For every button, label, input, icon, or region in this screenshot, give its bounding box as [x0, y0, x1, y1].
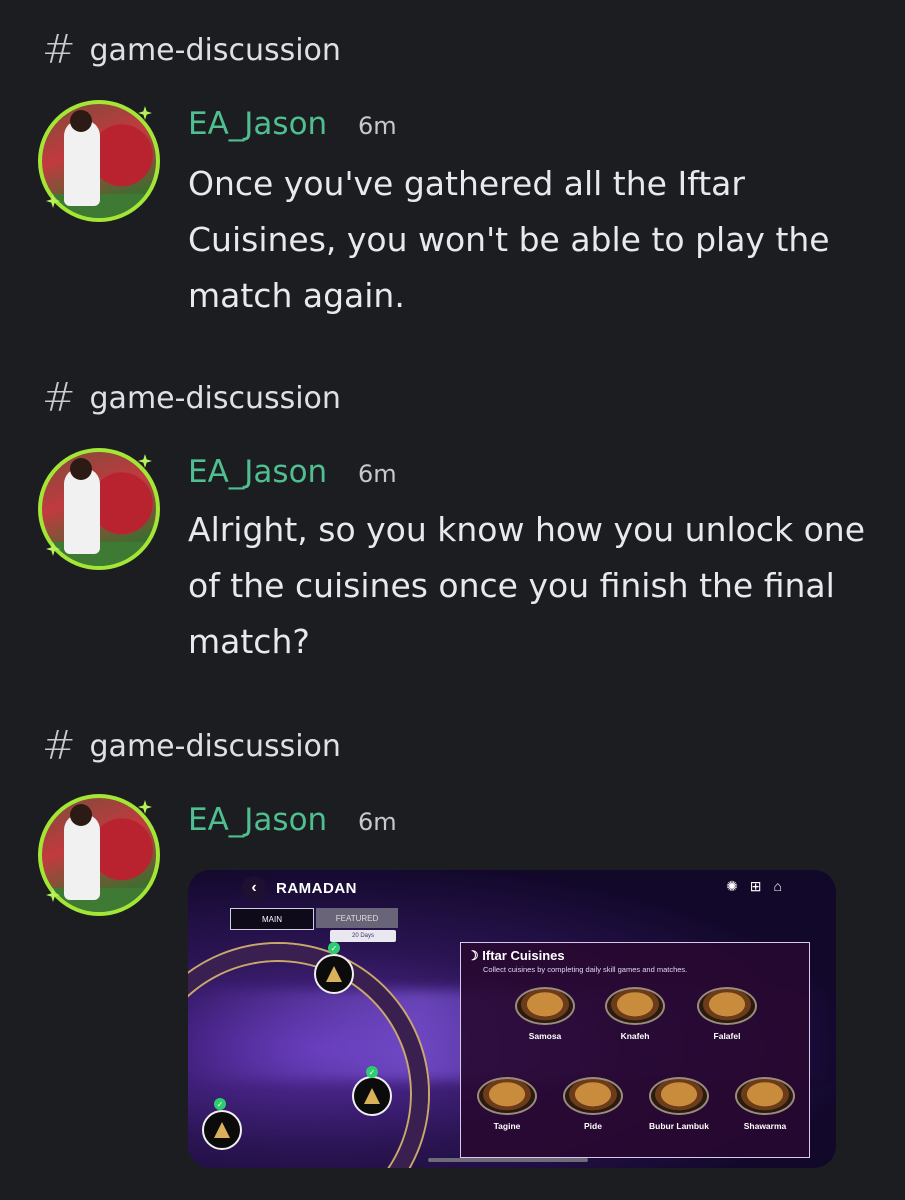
settings-icon[interactable]: ✺ [726, 878, 738, 895]
iftar-cuisines-panel: ☽ Iftar Cuisines Collect cuisines by com… [460, 942, 810, 1158]
check-icon: ✓ [366, 1066, 378, 1078]
avatar[interactable] [38, 448, 160, 570]
cart-icon[interactable]: ⊞ [750, 878, 762, 895]
hash-icon: # [42, 375, 76, 421]
avatar-head [70, 458, 92, 480]
username[interactable]: EA_Jason [188, 802, 327, 838]
channel-name: game-discussion [89, 728, 341, 764]
avatar-player [64, 468, 100, 554]
home-indicator [428, 1158, 588, 1162]
cuisine-label: Shawarma [743, 1121, 787, 1131]
cuisine-label: Bubur Lambuk [649, 1121, 709, 1131]
username[interactable]: EA_Jason [188, 454, 327, 490]
username[interactable]: EA_Jason [188, 106, 327, 142]
timestamp: 6m [358, 112, 397, 140]
panel-subtitle: Collect cuisines by completing daily ski… [483, 965, 688, 974]
cuisine-label: Tagine [493, 1121, 521, 1131]
match-node[interactable] [202, 1110, 242, 1150]
timestamp: 6m [358, 460, 397, 488]
cuisine-label: Falafel [713, 1031, 741, 1041]
chevron-left-icon[interactable]: ‹ [242, 876, 266, 900]
cuisine-label: Samosa [528, 1031, 562, 1041]
match-node[interactable] [352, 1076, 392, 1116]
check-icon: ✓ [214, 1098, 226, 1110]
tagine-icon [477, 1077, 537, 1115]
top-bar: ‹ RAMADAN [242, 876, 357, 900]
home-icon[interactable]: ⌂ [774, 878, 782, 895]
channel-header[interactable]: # game-discussion [42, 726, 341, 766]
trophy-icon [364, 1088, 380, 1104]
days-badge: 20 Days [330, 930, 396, 942]
pide-icon [563, 1077, 623, 1115]
channel-name: game-discussion [89, 32, 341, 68]
avatar[interactable] [38, 100, 160, 222]
timestamp: 6m [358, 808, 397, 836]
samosa-icon [515, 987, 575, 1025]
cuisine-item[interactable]: Tagine [471, 1077, 543, 1131]
cuisine-label: Pide [584, 1121, 602, 1131]
trophy-icon [326, 966, 342, 982]
top-icons: ✺ ⊞ ⌂ [726, 878, 782, 895]
message-text: Once you've gathered all the Iftar Cuisi… [188, 164, 830, 315]
cuisine-item[interactable]: Pide [557, 1077, 629, 1131]
image-attachment[interactable]: ‹ RAMADAN ✺ ⊞ ⌂ MAIN FEATURED 20 Days ✓ … [188, 870, 836, 1168]
channel-header[interactable]: # game-discussion [42, 30, 341, 70]
bubur-lambuk-icon [649, 1077, 709, 1115]
check-icon: ✓ [328, 942, 340, 954]
cuisine-item[interactable]: Falafel [691, 987, 763, 1041]
hash-icon: # [42, 27, 76, 73]
shawarma-icon [735, 1077, 795, 1115]
cuisine-item[interactable]: Knafeh [599, 987, 671, 1041]
avatar-player [64, 120, 100, 206]
cuisine-item[interactable]: Shawarma [729, 1077, 801, 1131]
channel-header[interactable]: # game-discussion [42, 378, 341, 418]
panel-title: ☽ Iftar Cuisines [467, 948, 565, 963]
knafeh-icon [605, 987, 665, 1025]
avatar-head [70, 804, 92, 826]
match-node[interactable] [314, 954, 354, 994]
screen-title: RAMADAN [276, 879, 357, 897]
falafel-icon [697, 987, 757, 1025]
panel-title-text: Iftar Cuisines [482, 948, 565, 963]
avatar-head [70, 110, 92, 132]
cuisine-item[interactable]: Samosa [509, 987, 581, 1041]
cuisine-item[interactable]: Bubur Lambuk [643, 1077, 715, 1131]
avatar-player [64, 814, 100, 900]
hash-icon: # [42, 723, 76, 769]
avatar[interactable] [38, 794, 160, 916]
tab-featured[interactable]: FEATURED [316, 908, 398, 928]
tab-main[interactable]: MAIN [230, 908, 314, 930]
cuisine-label: Knafeh [620, 1031, 650, 1041]
message-text: Alright, so you know how you unlock one … [188, 510, 865, 661]
ball-icon [214, 1122, 230, 1138]
channel-name: game-discussion [89, 380, 341, 416]
